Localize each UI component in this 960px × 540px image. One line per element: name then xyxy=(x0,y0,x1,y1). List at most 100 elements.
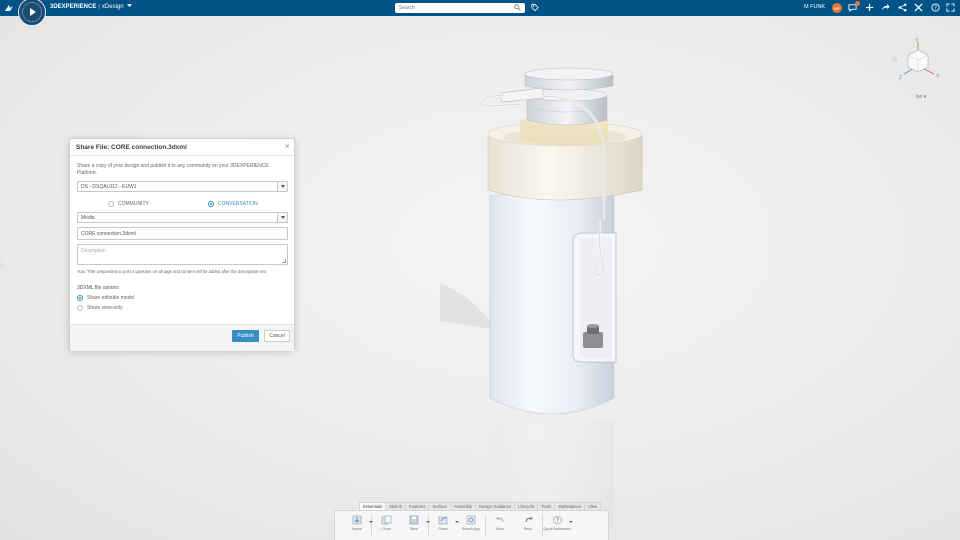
dialog-title: Share File: CORE connection.3dxml xyxy=(76,144,187,151)
radio-community[interactable]: COMMUNITY xyxy=(108,201,149,207)
search-icon[interactable] xyxy=(514,4,521,11)
tab-essentials[interactable]: Essentials xyxy=(359,502,387,510)
network-share-icon[interactable] xyxy=(898,3,907,12)
app-menu-chevron-icon[interactable] xyxy=(127,4,133,8)
expand-icon[interactable] xyxy=(946,3,955,12)
tenant-select-value: DS - DSQAL012 - EUW1 xyxy=(81,184,137,190)
clone-icon xyxy=(381,515,391,525)
share-file-dialog: Share File: CORE connection.3dxml × Shar… xyxy=(69,138,295,351)
svg-text:?: ? xyxy=(934,6,937,12)
add-icon[interactable] xyxy=(865,3,874,12)
file-name-value: CORE connection.3dxml xyxy=(81,231,136,237)
3d-model-viewport[interactable] xyxy=(440,60,670,530)
import-button[interactable]: Import xyxy=(343,511,373,539)
tab-design-guidance[interactable]: Design Guidance xyxy=(475,502,516,510)
tenant-select[interactable]: DS - DSQAL012 - EUW1 xyxy=(77,181,288,192)
import-label: Import xyxy=(351,527,363,531)
tab-tools[interactable]: Tools xyxy=(537,502,556,510)
tab-sketch[interactable]: Sketch xyxy=(385,502,406,510)
import-icon xyxy=(352,515,361,525)
save-label: Save xyxy=(409,527,419,531)
tools-icon[interactable] xyxy=(914,3,923,12)
notification-badge xyxy=(855,1,860,6)
undo-label: Undo xyxy=(495,527,505,531)
avatar-initials: MF xyxy=(834,5,840,11)
radio-share-view-only-button[interactable] xyxy=(77,305,83,311)
chevron-down-icon[interactable] xyxy=(277,182,287,191)
action-bar-tools: Import Clone Save Share Search App Undo xyxy=(334,510,609,540)
redo-button[interactable]: Redo xyxy=(514,511,542,539)
radio-share-editable[interactable]: Share editable model xyxy=(77,295,134,301)
tab-assembly[interactable]: Assembly xyxy=(449,502,477,510)
tab-view[interactable]: View xyxy=(584,502,602,510)
title-divider xyxy=(70,155,294,156)
quick-assistance-label: Quick Assistance xyxy=(543,527,571,531)
ds-logo-icon[interactable] xyxy=(4,3,14,13)
radio-conversation[interactable]: CONVERSATION xyxy=(208,201,258,207)
top-bar: 3DEXPERIENCE|xDesign M FUNK MF ? xyxy=(0,0,960,16)
cancel-button[interactable]: Cancel xyxy=(264,330,290,342)
action-bar-tabs: Essentials Sketch Features Surface Assem… xyxy=(359,502,602,510)
undo-button[interactable]: Undo xyxy=(486,511,514,539)
radio-share-editable-label: Share editable model xyxy=(87,295,135,301)
radio-conversation-button[interactable] xyxy=(208,201,214,207)
app-name-label: xDesign xyxy=(101,4,124,10)
tab-marketplace[interactable]: Marketplace xyxy=(554,502,586,510)
view-cube[interactable]: Y X Z xyxy=(890,36,945,86)
tag-icon[interactable] xyxy=(531,3,539,12)
view-mode-label: iso xyxy=(916,94,923,100)
search-app-icon xyxy=(466,515,475,525)
description-textarea[interactable]: Description xyxy=(77,244,288,265)
axis-x-label: X xyxy=(936,73,940,79)
help-icon[interactable]: ? xyxy=(931,3,940,12)
file-options-heading: 3DXML file options xyxy=(77,285,119,291)
compass-button[interactable] xyxy=(18,0,46,26)
share-label: Share xyxy=(438,527,448,531)
radio-share-view-only-label: Share view-only xyxy=(87,305,123,311)
search-app-button[interactable]: Search App xyxy=(457,511,485,539)
share-button[interactable]: Share xyxy=(429,511,459,539)
tab-lifecycle[interactable]: Lifecycle xyxy=(514,502,539,510)
undo-icon xyxy=(495,517,504,523)
help-icon: ? xyxy=(552,515,562,525)
clone-label: Clone xyxy=(381,527,391,531)
share-arrow-icon[interactable] xyxy=(881,3,890,12)
action-bar: Essentials Sketch Features Surface Assem… xyxy=(334,502,609,540)
redo-icon xyxy=(524,517,533,523)
radio-conversation-label: CONVERSATION xyxy=(218,201,258,207)
brand-label: 3DEXPERIENCE xyxy=(50,4,97,10)
share-icon xyxy=(438,516,447,525)
publish-button[interactable]: Publish xyxy=(232,330,259,342)
axis-z-label: Z xyxy=(899,75,902,81)
title-separator: | xyxy=(98,4,100,10)
side-panel-handle-icon[interactable]: › xyxy=(1,262,3,268)
search-app-label: Search App xyxy=(461,527,481,531)
search-input[interactable] xyxy=(395,3,525,13)
radio-community-label: COMMUNITY xyxy=(118,201,149,207)
radio-community-button[interactable] xyxy=(108,201,114,207)
svg-text:?: ? xyxy=(555,517,558,524)
file-name-input[interactable]: CORE connection.3dxml xyxy=(77,227,288,240)
view-mode-select[interactable]: iso ▾ xyxy=(916,94,926,100)
close-icon[interactable]: × xyxy=(285,143,290,151)
dialog-footer: Publish Cancel xyxy=(70,324,294,351)
resize-handle-icon[interactable] xyxy=(282,259,286,263)
user-name[interactable]: M FUNK xyxy=(804,4,825,10)
save-button[interactable]: Save xyxy=(400,511,430,539)
app-title[interactable]: 3DEXPERIENCE | xDesign xyxy=(50,4,133,10)
quick-assistance-button[interactable]: ? Quick Assistance xyxy=(543,511,573,539)
avatar[interactable]: MF xyxy=(832,3,842,13)
tab-surface[interactable]: Surface xyxy=(428,502,451,510)
conversation-select[interactable]: Media xyxy=(77,212,288,223)
conversation-select-value: Media xyxy=(81,215,95,221)
clone-button[interactable]: Clone xyxy=(372,511,400,539)
chevron-down-icon[interactable] xyxy=(569,521,573,523)
radio-share-view-only[interactable]: Share view-only xyxy=(77,305,123,311)
tab-features[interactable]: Features xyxy=(404,502,430,510)
redo-label: Redo xyxy=(523,527,533,531)
dialog-description: Share a copy of your design and publish … xyxy=(77,163,269,176)
compass-ring xyxy=(22,2,42,22)
chevron-down-icon[interactable] xyxy=(277,213,287,222)
description-placeholder: Description xyxy=(81,248,107,254)
radio-share-editable-button[interactable] xyxy=(77,295,83,301)
